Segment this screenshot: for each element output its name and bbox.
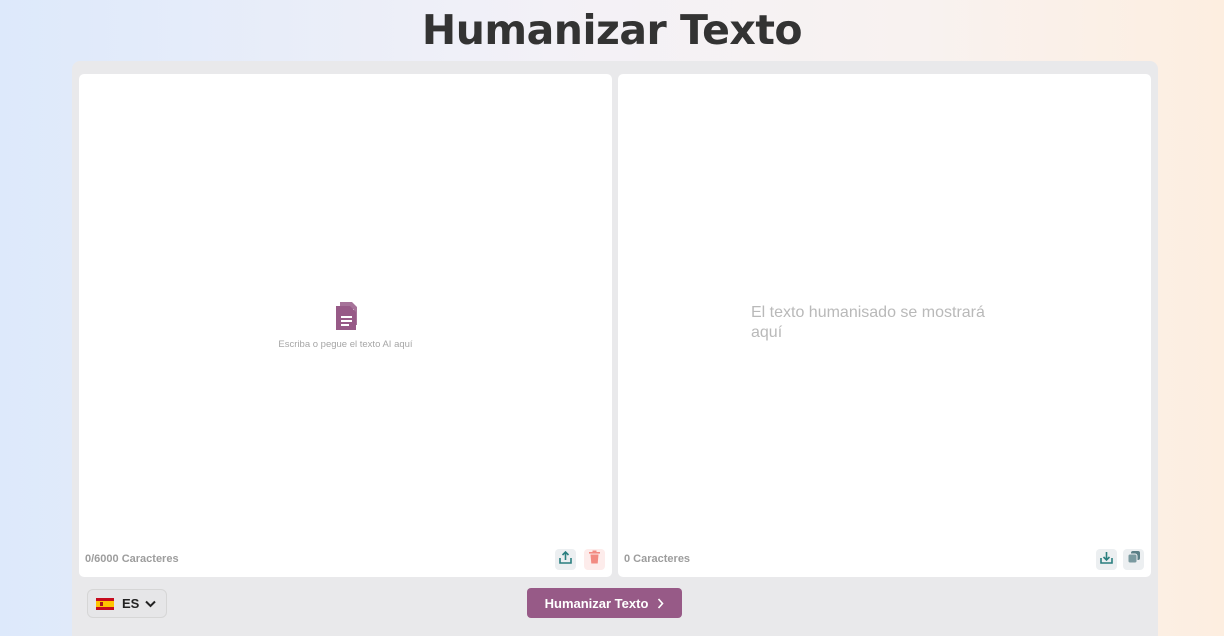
page-title: Humanizar Texto xyxy=(421,6,803,54)
delete-button[interactable] xyxy=(584,549,605,570)
language-selector[interactable]: ES xyxy=(87,589,167,618)
input-hint-text: Escriba o pegue el texto AI aquí xyxy=(278,339,413,350)
language-code: ES xyxy=(122,596,140,611)
input-char-count: 0/6000 Caracteres xyxy=(85,553,179,565)
input-placeholder: Escriba o pegue el texto AI aquí xyxy=(79,300,612,350)
upload-button[interactable] xyxy=(555,549,576,570)
spain-flag-icon xyxy=(96,597,114,610)
input-panel[interactable]: Escriba o pegue el texto AI aquí 0/6000 … xyxy=(79,74,612,577)
upload-icon xyxy=(558,550,573,570)
copy-button[interactable] xyxy=(1123,549,1144,570)
chevron-right-icon xyxy=(657,597,664,609)
output-placeholder: El texto humanisado se mostrará aquí xyxy=(751,304,985,341)
copy-icon xyxy=(1127,550,1141,569)
humanizer-tool: Escriba o pegue el texto AI aquí 0/6000 … xyxy=(72,61,1158,636)
trash-icon xyxy=(588,550,601,569)
humanize-button[interactable]: Humanizar Texto xyxy=(527,588,682,618)
output-char-count: 0 Caracteres xyxy=(624,553,691,565)
document-icon xyxy=(333,300,359,332)
chevron-down-icon xyxy=(145,595,157,613)
output-panel: El texto humanisado se mostrará aquí 0 C… xyxy=(618,74,1151,577)
humanize-button-label: Humanizar Texto xyxy=(544,595,649,611)
download-button[interactable] xyxy=(1096,549,1117,570)
download-icon xyxy=(1099,550,1114,570)
